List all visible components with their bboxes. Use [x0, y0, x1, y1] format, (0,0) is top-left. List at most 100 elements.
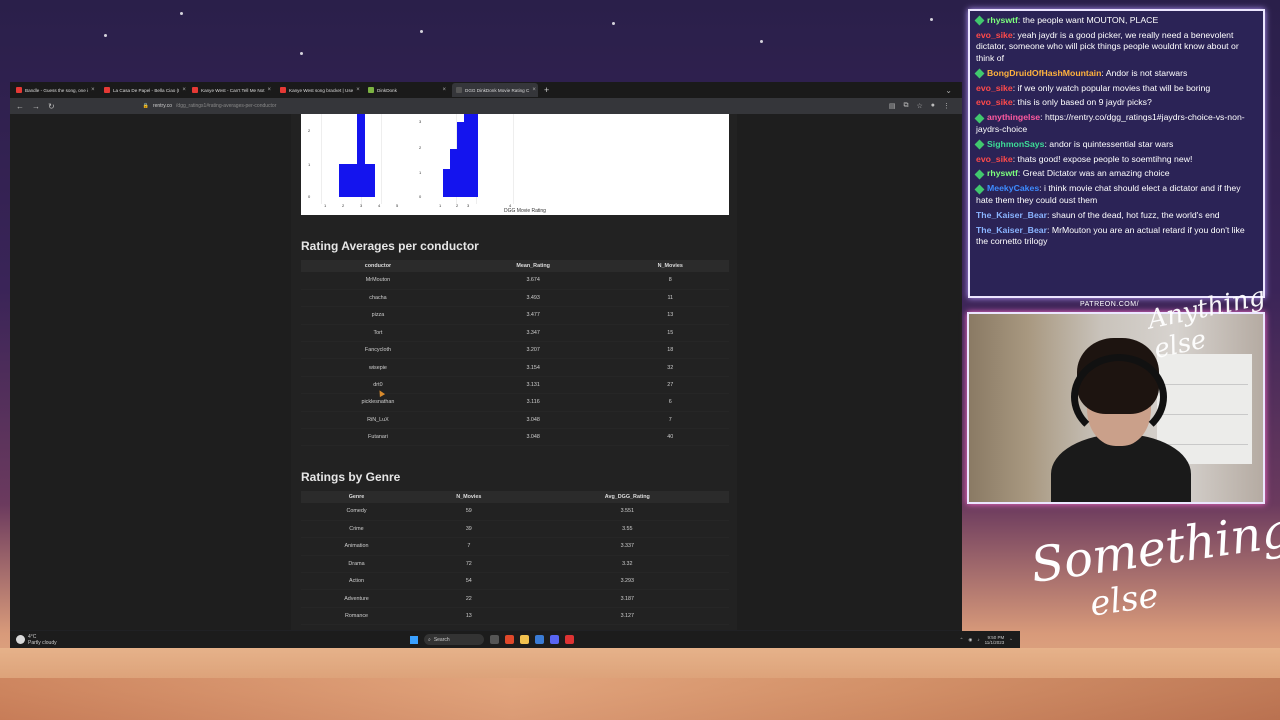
- subscriber-badge-icon: [974, 113, 985, 123]
- chat-username[interactable]: rhyswtf: [987, 15, 1018, 25]
- browser-tab[interactable]: Bandle - Guess the song, one i ×: [12, 83, 98, 97]
- browser-tab[interactable]: DinkDonk ×: [364, 83, 450, 97]
- menu-icon[interactable]: ⋮: [943, 102, 950, 110]
- chat-message: evo_sike: yeah jaydr is a good picker, w…: [976, 29, 1239, 63]
- tick-label: 0: [419, 194, 422, 199]
- table-cell: Crime: [301, 520, 412, 539]
- table-row: Drama 72 3.32: [301, 555, 729, 574]
- file-explorer-icon[interactable]: [520, 635, 529, 644]
- url-host: rentry.co: [152, 103, 173, 109]
- tick-label: 2: [456, 203, 459, 208]
- table-cell: 3.048: [454, 428, 612, 447]
- close-tab-icon[interactable]: ×: [91, 87, 95, 93]
- tab-label: Kanye West song bracket | Use: [289, 87, 354, 93]
- clock[interactable]: 9:50 PM 11/1/2023: [985, 635, 1005, 645]
- search-icon: ⌕: [428, 636, 431, 643]
- share-icon[interactable]: ⧉: [903, 102, 908, 110]
- reload-icon[interactable]: ↻: [48, 102, 55, 111]
- volume-icon[interactable]: ♪: [977, 637, 979, 642]
- favicon-icon: [192, 87, 198, 93]
- chat-text: Great Dictator was an amazing choice: [1022, 168, 1170, 179]
- close-tab-icon[interactable]: ×: [442, 87, 446, 93]
- close-tab-icon[interactable]: ×: [356, 87, 360, 93]
- tick-label: 4: [378, 203, 381, 208]
- table-row: wisepie 3.154 32: [301, 358, 729, 377]
- table-cell: Adventure: [301, 589, 412, 608]
- table-cell: 39: [411, 520, 526, 539]
- browser-tab[interactable]: DGG DinkDonk Movie Rating C ×: [452, 83, 538, 97]
- subscriber-badge-icon: [974, 15, 985, 26]
- table-row: drt0 3.131 27: [301, 376, 729, 395]
- chat-message: evo_sike: this is only based on 9 jaydr …: [976, 97, 1152, 108]
- chat-username[interactable]: anythingelse: [987, 112, 1040, 122]
- new-tab-button[interactable]: +: [544, 85, 549, 95]
- tab-label: Kanye West - Can't Tell Me Not: [201, 87, 265, 93]
- star: [180, 12, 183, 15]
- extension-icon[interactable]: ●: [931, 102, 935, 110]
- chat-text: if we only watch popular movies that wil…: [1017, 82, 1211, 93]
- table-row: Futanari 3.048 40: [301, 428, 729, 447]
- close-tab-icon[interactable]: ×: [182, 87, 186, 93]
- url-field[interactable]: 🔒 rentry.co/dgg_ratings1#rating-averages…: [63, 101, 881, 112]
- reader-icon[interactable]: ▤: [889, 102, 896, 110]
- chat-message: evo_sike: thats good! expose people to s…: [976, 153, 1193, 164]
- back-icon[interactable]: ←: [16, 102, 24, 111]
- subscriber-badge-icon: [974, 184, 985, 195]
- chat-username[interactable]: SighmonSays: [987, 139, 1044, 149]
- discord-icon[interactable]: [550, 635, 559, 644]
- task-view-icon[interactable]: [490, 635, 499, 644]
- table-cell: 3.55: [525, 520, 729, 539]
- browser-tab[interactable]: Kanye West song bracket | Use ×: [276, 83, 362, 97]
- browser-tab[interactable]: Kanye West - Can't Tell Me Not ×: [188, 83, 274, 97]
- browser-tab[interactable]: La Casa De Papel - Bella Ciao (I ×: [100, 83, 186, 97]
- table-cell: 59: [411, 503, 526, 521]
- chat-text: shaun of the dead, hot fuzz, the world's…: [1051, 209, 1220, 220]
- weather-widget[interactable]: 4°C Partly cloudy: [10, 634, 410, 646]
- table-cell: 7: [411, 537, 526, 556]
- table-cell: 3.337: [525, 537, 729, 556]
- chat-text: andor is quintessential star wars: [1049, 138, 1174, 149]
- browser-app-icon[interactable]: [505, 635, 514, 644]
- windows-start-icon[interactable]: [410, 635, 418, 644]
- chat-username[interactable]: The_Kaiser_Bear: [976, 225, 1047, 235]
- column-header: Mean_Rating: [454, 260, 612, 272]
- chat-username[interactable]: evo_sike: [976, 30, 1013, 40]
- table-cell: Futanari: [301, 428, 455, 447]
- table-header-row: Genre N_Movies Avg_DGG_Rating: [301, 491, 729, 503]
- chat-username[interactable]: evo_sike: [976, 97, 1013, 107]
- chat-username[interactable]: BongDruidOfHashMountain: [987, 68, 1101, 78]
- app-icon[interactable]: [535, 635, 544, 644]
- desert-background: [0, 648, 1280, 720]
- table-row: Tort 3.347 15: [301, 324, 729, 343]
- tab-list-chevron-icon[interactable]: ⌄: [945, 86, 962, 95]
- table-cell: 54: [411, 572, 526, 591]
- histogram-bar: [457, 122, 464, 197]
- network-icon[interactable]: ◉: [968, 637, 972, 642]
- chat-username[interactable]: The_Kaiser_Bear: [976, 210, 1047, 220]
- search-label: Search: [433, 636, 450, 643]
- table-cell: Comedy: [301, 503, 412, 521]
- table-row: Adventure 22 3.187: [301, 589, 729, 608]
- app-icon[interactable]: [565, 635, 574, 644]
- bookmark-star-icon[interactable]: ☆: [916, 102, 922, 110]
- chevron-up-icon[interactable]: ⌃: [960, 637, 964, 642]
- close-tab-icon[interactable]: ×: [268, 87, 272, 93]
- table-cell: pizza: [301, 306, 455, 325]
- table-row: chacha 3.493 11: [301, 289, 729, 308]
- histogram-bar: [365, 164, 375, 197]
- chat-username[interactable]: rhyswtf: [987, 168, 1018, 178]
- notification-icon[interactable]: ◔: [1009, 637, 1012, 642]
- close-tab-icon[interactable]: ×: [532, 87, 536, 93]
- chat-message: anythingelse: https://rentry.co/dgg_rati…: [974, 112, 1245, 134]
- table-cell: Fancycloth: [301, 341, 455, 360]
- chat-username[interactable]: MeekyCakes: [987, 183, 1039, 193]
- star: [420, 30, 423, 33]
- conductor-table: conductor Mean_Rating N_Movies MrMouton 3…: [301, 260, 729, 447]
- table-cell: 3.293: [525, 572, 729, 591]
- lock-icon: 🔒: [142, 103, 149, 109]
- taskbar-search[interactable]: ⌕ Search: [424, 634, 484, 645]
- chat-username[interactable]: evo_sike: [976, 154, 1013, 164]
- forward-icon[interactable]: →: [32, 102, 40, 111]
- chat-username[interactable]: evo_sike: [976, 83, 1013, 93]
- histogram-bar: [464, 114, 471, 197]
